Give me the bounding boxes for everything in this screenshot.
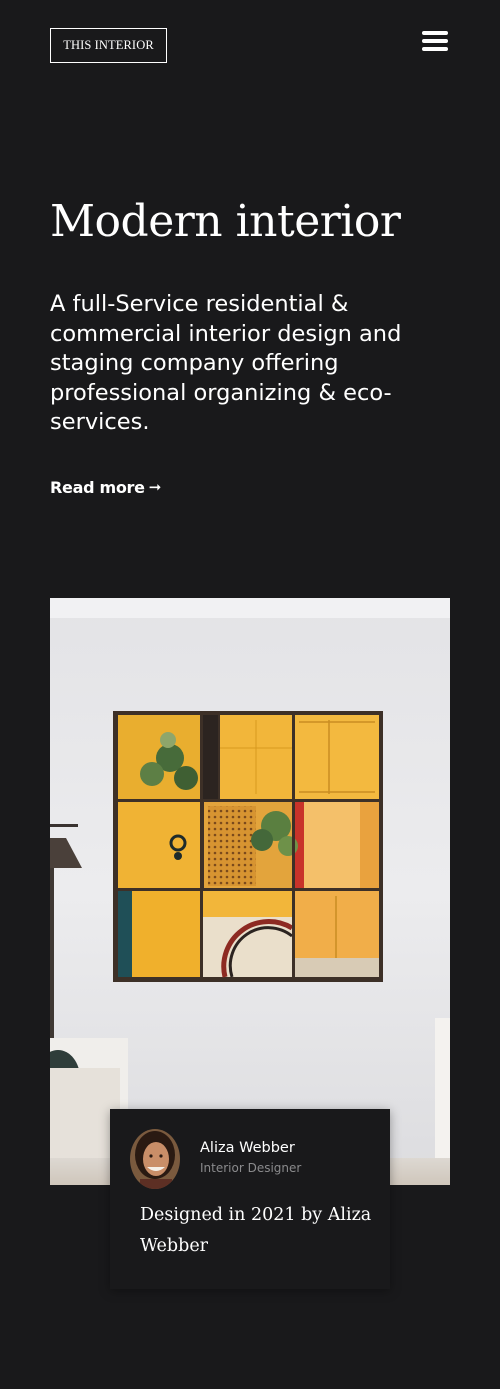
arrow-right-icon: ➞ <box>148 478 162 496</box>
design-caption: Designed in 2021 by Aliza Webber <box>140 1205 372 1256</box>
hamburger-icon-bar <box>422 39 448 43</box>
hero-description: A full-Service residential & commercial … <box>50 291 402 435</box>
hero-title: Modern interior <box>50 196 401 247</box>
featured-interior-image <box>50 598 450 1185</box>
site-logo[interactable]: THIS INTERIOR <box>50 28 167 63</box>
read-more-link[interactable]: Read more ➞ <box>50 476 161 498</box>
author-role: Interior Designer <box>200 1161 302 1175</box>
hamburger-icon-bar <box>422 31 448 35</box>
hamburger-icon-bar <box>422 47 448 51</box>
avatar[interactable] <box>130 1129 180 1189</box>
read-more-label: Read more <box>50 477 145 497</box>
designer-card: Aliza Webber Interior Designer Designed … <box>110 1109 390 1289</box>
hamburger-menu-button[interactable] <box>420 29 450 53</box>
author-name: Aliza Webber <box>200 1140 295 1156</box>
